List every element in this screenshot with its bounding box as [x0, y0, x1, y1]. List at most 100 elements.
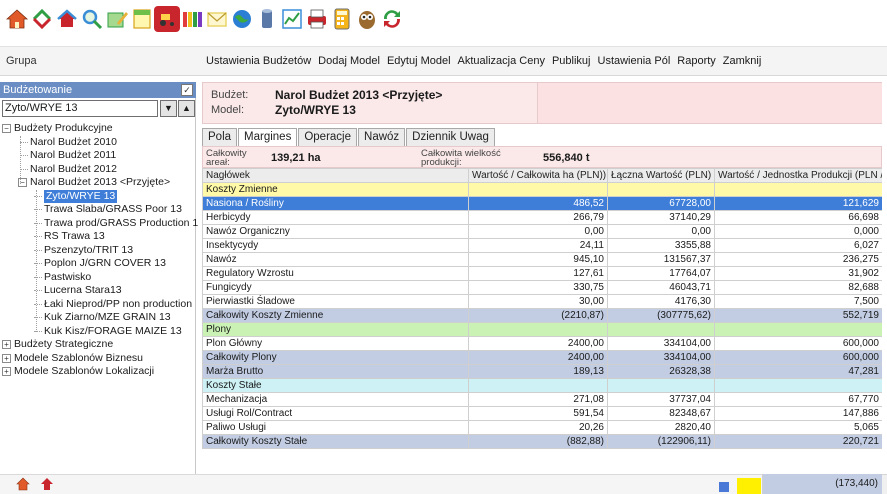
table-row[interactable]: Usługi Rol/Contract 591,54 82348,67 147,886 [202, 406, 882, 421]
home-icon[interactable] [4, 6, 30, 32]
sync-icon[interactable] [379, 6, 405, 32]
table-row[interactable]: Koszty Zmienne [202, 182, 882, 197]
table-cell: Plony [202, 322, 469, 337]
table-row[interactable]: Mechanizacja 271,08 37737,04 67,770 [202, 392, 882, 407]
table-cell: Całkowity Plony [202, 350, 469, 365]
tree-item[interactable]: Budżety Strategiczne [14, 338, 113, 351]
sidebar-checkbox[interactable]: ✓ [181, 84, 193, 96]
table-row[interactable]: Nawóz 945,10 131567,37 236,275 [202, 252, 882, 267]
tree-item[interactable]: Narol Budżet 2011 [30, 149, 116, 162]
tractor-icon[interactable] [154, 6, 180, 32]
tree-item[interactable]: Kuk Ziarno/MZE GRAIN 13 [44, 311, 171, 324]
table-row[interactable]: Regulatory Wzrostu 127,61 17764,07 31,902 [202, 266, 882, 281]
table-cell: 486,52 [468, 196, 608, 211]
tree-item[interactable]: Trawa Slaba/GRASS Poor 13 [44, 203, 182, 216]
tree-item[interactable]: Narol Budżet 2013 <Przyjęte> [30, 176, 170, 189]
tree-expander[interactable]: + [2, 367, 11, 376]
mail-icon[interactable] [204, 6, 230, 32]
tree-connector [20, 135, 21, 184]
tree-item[interactable]: Budżety Produkcyjne [14, 122, 113, 135]
tree-expander[interactable]: + [2, 340, 11, 349]
owl-icon[interactable] [354, 6, 380, 32]
menu-item-5[interactable]: Ustawienia Pól [598, 55, 671, 67]
table-row[interactable]: Całkowity Plony 2400,00 334104,00 600,000 [202, 350, 882, 365]
table-row[interactable]: Herbicydy 266,79 37140,29 66,698 [202, 210, 882, 225]
table-row[interactable]: Całkowity Koszty Zmienne (2210,87) (307775… [202, 308, 882, 323]
status-indicator-yellow [737, 478, 761, 494]
table-row[interactable]: Marża Brutto 189,13 26328,38 47,281 [202, 364, 882, 379]
tree-item[interactable]: Lucerna Stara13 [44, 284, 122, 297]
refresh-icon[interactable] [29, 6, 55, 32]
table-row[interactable]: Paliwo Usługi 20,26 2820,40 5,065 [202, 420, 882, 435]
tree-item[interactable]: Narol Budżet 2010 [30, 136, 117, 149]
table-row[interactable]: Fungicydy 330,75 46043,71 82,688 [202, 280, 882, 295]
menubar: Grupa Ustawienia Budżetów Dodaj Model Edyt… [0, 46, 887, 76]
tree-item[interactable]: Pastwisko [44, 271, 91, 284]
tab-dziennik-uwag[interactable]: Dziennik Uwag [406, 128, 495, 146]
globe-icon[interactable] [229, 6, 255, 32]
table-cell: 46043,71 [607, 280, 715, 295]
status-value: (173,440) [762, 474, 882, 494]
table-row[interactable]: Nasiona / Rośliny 486,52 67728,00 121,629 [202, 196, 882, 211]
menu-item-6[interactable]: Raporty [677, 55, 716, 67]
chart-icon[interactable] [279, 6, 305, 32]
table-row[interactable]: Pierwiastki Śladowe 30,00 4176,30 7,500 [202, 294, 882, 309]
menu-item-7[interactable]: Zamknij [723, 55, 762, 67]
cylinder-icon[interactable] [254, 6, 280, 32]
table-row[interactable]: Plon Główny 2400,00 334104,00 600,000 [202, 336, 882, 351]
zoom-icon[interactable] [79, 6, 105, 32]
tree-item[interactable]: Trawa prod/GRASS Production 1 [44, 217, 198, 230]
table-cell [468, 182, 608, 197]
table-cell: Całkowity Koszty Zmienne [202, 308, 469, 323]
column-header[interactable]: Wartość / Jednostka Produkcji (PLN / t) [714, 168, 882, 183]
tree-item[interactable]: Kuk Kisz/FORAGE MAIZE 13 [44, 325, 182, 338]
menu-item-2[interactable]: Edytuj Model [387, 55, 451, 67]
table-cell: Mechanizacja [202, 392, 469, 407]
tab-margines[interactable]: Margines [238, 128, 298, 147]
tab-pola[interactable]: Pola [202, 128, 238, 146]
calculator-icon[interactable] [329, 6, 355, 32]
menu-item-3[interactable]: Aktualizacja Ceny [458, 55, 545, 67]
menu-item-4[interactable]: Publikuj [552, 55, 591, 67]
menu-item-0[interactable]: Ustawienia Budżetów [206, 55, 311, 67]
table-cell: Paliwo Usługi [202, 420, 469, 435]
chevron-up-icon[interactable]: ▲ [178, 100, 195, 117]
table-row[interactable]: Całkowity Koszty Stałe (882,88) (122906,11… [202, 434, 882, 449]
tree-item[interactable]: Pszenzyto/TRIT 13 [44, 244, 133, 257]
menu-item-1[interactable]: Dodaj Model [318, 55, 380, 67]
table-cell: 37737,04 [607, 392, 715, 407]
model-select[interactable]: Zyto/WRYE 13 [2, 100, 158, 117]
tree-item[interactable]: Zyto/WRYE 13 [44, 189, 118, 203]
tree-item[interactable]: Łaki Nieprod/PP non production [44, 298, 192, 311]
tab-naw-z[interactable]: Nawóz [358, 128, 406, 146]
table-cell: Fungicydy [202, 280, 469, 295]
tree-item[interactable]: Poplon J/GRN COVER 13 [44, 257, 166, 270]
table-row[interactable]: Nawóz Organiczny 0,00 0,00 0,000 [202, 224, 882, 239]
group-label: Grupa [6, 55, 37, 67]
table-cell: 17764,07 [607, 266, 715, 281]
table-cell: 5,065 [714, 420, 882, 435]
table-cell [607, 322, 715, 337]
table-row[interactable]: Plony [202, 322, 882, 337]
column-header[interactable]: Łączna Wartość (PLN) [607, 168, 715, 183]
print-icon[interactable] [304, 6, 330, 32]
pencil-icon[interactable] [104, 6, 130, 32]
table-cell: 7,500 [714, 294, 882, 309]
tree-item[interactable]: Modele Szablonów Biznesu [14, 352, 143, 365]
refresh-icon[interactable] [40, 477, 54, 491]
home-icon[interactable] [16, 477, 30, 491]
columns-icon[interactable] [179, 6, 205, 32]
tree-item[interactable]: Narol Budżet 2012 [30, 163, 117, 176]
tree-item[interactable]: RS Trawa 13 [44, 230, 105, 243]
tree-item[interactable]: Modele Szablonów Lokalizacji [14, 365, 154, 378]
tree-expander[interactable]: − [2, 124, 11, 133]
house-arrows-icon[interactable] [54, 6, 80, 32]
table-row[interactable]: Insektycydy 24,11 3355,88 6,027 [202, 238, 882, 253]
notes-icon[interactable] [129, 6, 155, 32]
tree-expander[interactable]: + [2, 353, 11, 363]
table-row[interactable]: Koszty Stałe [202, 378, 882, 393]
tab-operacje[interactable]: Operacje [298, 128, 358, 146]
column-header[interactable]: Nagłówek [202, 168, 469, 183]
column-header[interactable]: Wartość / Całkowita ha (PLN)) [468, 168, 608, 183]
chevron-down-icon[interactable]: ▼ [160, 100, 177, 117]
